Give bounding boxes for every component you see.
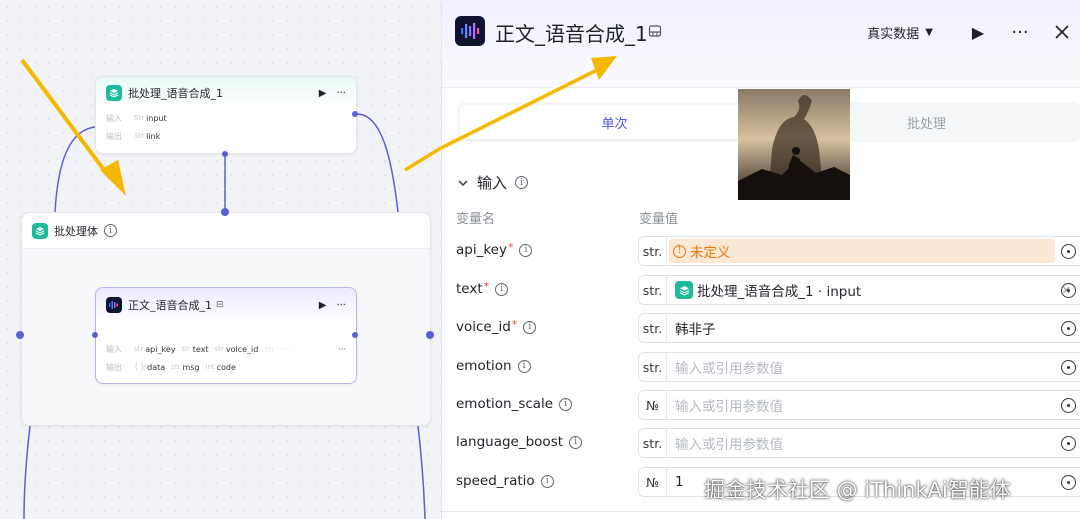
- param-name: text: [456, 281, 483, 297]
- info-icon[interactable]: i: [519, 243, 533, 257]
- info-icon[interactable]: i: [540, 474, 554, 488]
- type-label[interactable]: str.: [639, 237, 667, 265]
- type-label[interactable]: str.: [639, 429, 667, 457]
- param-row-api-key: api_key * i str. ! 未定义: [442, 236, 1080, 266]
- type-label[interactable]: №: [639, 468, 667, 496]
- more-icon[interactable]: ···: [1009, 21, 1031, 43]
- param-field[interactable]: № 输入或引用参数值: [638, 390, 1080, 420]
- highlight-arrow: [20, 58, 441, 196]
- col-variable-name: 变量名: [456, 212, 496, 227]
- data-source-select[interactable]: 真实数据 ▼: [867, 23, 933, 42]
- watermark: 掘金技术社区 @ iThinkAi智能体: [704, 478, 1011, 502]
- type-label[interactable]: str.: [639, 276, 667, 304]
- col-variable-value: 变量值: [639, 212, 679, 227]
- param-row-emotion-scale: emotion_scale i № 输入或引用参数值: [442, 390, 1080, 420]
- type-label[interactable]: str.: [639, 353, 667, 381]
- variable-picker-icon[interactable]: [1061, 398, 1076, 413]
- param-row-emotion: emotion i str. 输入或引用参数值: [442, 352, 1080, 382]
- warning-icon: !: [673, 244, 686, 258]
- param-input-placeholder[interactable]: 输入或引用参数值: [667, 353, 1080, 381]
- reference-value: 批处理_语音合成_1 · input ✕: [667, 276, 1080, 304]
- layers-icon: [675, 281, 693, 299]
- info-icon[interactable]: i: [569, 435, 583, 449]
- param-input-placeholder[interactable]: 输入或引用参数值: [667, 391, 1080, 419]
- node-badge-icon: [648, 25, 662, 37]
- run-icon[interactable]: ▶: [967, 21, 989, 43]
- param-field[interactable]: str. 输入或引用参数值: [638, 352, 1080, 382]
- param-name: speed_ratio: [456, 473, 535, 489]
- param-row-language-boost: language_boost i str. 输入或引用参数值: [442, 428, 1080, 458]
- variable-picker-icon[interactable]: [1061, 321, 1076, 336]
- divider: [442, 511, 1080, 512]
- variable-picker-icon[interactable]: [1061, 436, 1076, 451]
- param-row-text: text * i str. 批处理_语音合成_1 · input ✕: [442, 275, 1080, 305]
- info-icon[interactable]: i: [523, 320, 537, 334]
- param-input-placeholder[interactable]: 输入或引用参数值: [667, 429, 1080, 457]
- param-row-voice-id: voice_id * i str. 韩非子: [442, 313, 1080, 343]
- variable-picker-icon[interactable]: [1061, 244, 1076, 259]
- param-value[interactable]: 韩非子: [667, 314, 1080, 342]
- required-mark: *: [511, 317, 518, 331]
- info-icon[interactable]: i: [517, 359, 531, 373]
- close-icon[interactable]: [1051, 21, 1073, 43]
- type-label[interactable]: №: [639, 391, 667, 419]
- required-mark: *: [507, 240, 514, 254]
- info-icon[interactable]: i: [495, 282, 509, 296]
- param-name: language_boost: [456, 434, 564, 450]
- variable-picker-icon[interactable]: [1061, 475, 1076, 490]
- param-field[interactable]: str. ! 未定义: [638, 236, 1080, 266]
- param-name: api_key: [456, 242, 507, 258]
- caret-down-icon: ▼: [925, 26, 933, 38]
- param-name: emotion: [456, 358, 512, 374]
- param-name: emotion_scale: [456, 396, 554, 412]
- param-field[interactable]: str. 输入或引用参数值: [638, 428, 1080, 458]
- type-label[interactable]: str.: [639, 314, 667, 342]
- undefined-value: ! 未定义: [669, 239, 1055, 263]
- variable-picker-icon[interactable]: [1061, 360, 1076, 375]
- param-name: voice_id: [456, 319, 511, 335]
- overlay-photo: [738, 89, 850, 200]
- required-mark: *: [483, 279, 490, 293]
- highlight-arrow: [441, 56, 617, 150]
- workflow-canvas[interactable]: 批处理_语音合成_1 ▶ ··· 输入 Str input 输出 Str link …: [0, 0, 441, 519]
- variable-picker-icon[interactable]: [1061, 283, 1076, 298]
- param-field[interactable]: str. 批处理_语音合成_1 · input ✕: [638, 275, 1080, 305]
- info-icon[interactable]: i: [559, 397, 573, 411]
- param-field[interactable]: str. 韩非子: [638, 313, 1080, 343]
